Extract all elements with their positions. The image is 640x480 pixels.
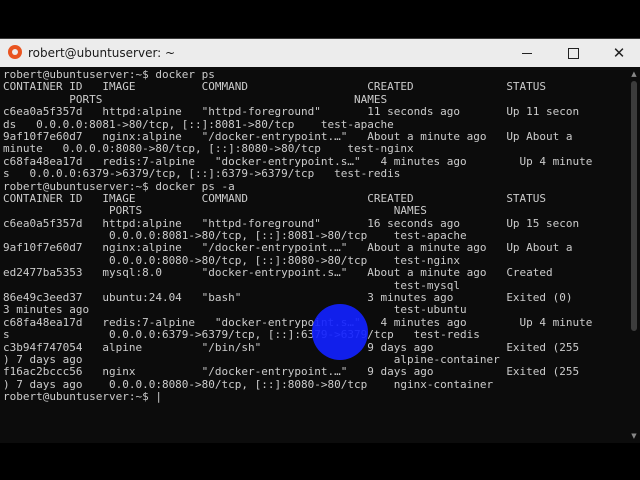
close-icon: ✕ bbox=[612, 43, 626, 62]
terminal-line: 3 minutes ago test-ubuntu bbox=[3, 304, 467, 317]
maximize-button[interactable] bbox=[550, 39, 596, 67]
terminal-line: CONTAINER ID IMAGE COMMAND CREATED STATU… bbox=[3, 192, 547, 205]
terminal-line: ) 7 days ago 0.0.0.0:8080->80/tcp, [::]:… bbox=[3, 378, 494, 391]
scroll-down-icon[interactable]: ▼ bbox=[630, 432, 638, 440]
terminal-line: 9af10f7e60d7 nginx:alpine "/docker-entry… bbox=[3, 130, 573, 143]
scroll-up-icon[interactable]: ▲ bbox=[630, 70, 638, 78]
terminal-prompt-line[interactable]: robert@ubuntuserver:~$ | bbox=[3, 391, 628, 403]
terminal-line: c6ea0a5f357d httpd:alpine "httpd-foregro… bbox=[3, 217, 580, 230]
maximize-icon bbox=[567, 47, 579, 59]
terminal-line: ed2477ba5353 mysql:8.0 "docker-entrypoin… bbox=[3, 267, 553, 280]
terminal-output[interactable]: robert@ubuntuserver:~$ docker ps CONTAIN… bbox=[0, 67, 628, 443]
terminal-line: ds 0.0.0.0:8081->80/tcp, [::]:8081->80/t… bbox=[3, 118, 394, 131]
terminal-line: robert@ubuntuserver:~$ docker ps bbox=[3, 69, 215, 81]
title-bar[interactable]: robert@ubuntuserver: ~ ✕ bbox=[0, 39, 640, 67]
terminal-line: ) 7 days ago alpine-container bbox=[3, 353, 500, 366]
terminal-window[interactable]: robert@ubuntuserver: ~ ✕ robert@ubuntuse… bbox=[0, 38, 640, 443]
terminal-line: 0.0.0.0:8080->80/tcp, [::]:8080->80/tcp … bbox=[3, 254, 460, 267]
terminal-line: s 0.0.0.0:6379->6379/tcp, [::]:6379->637… bbox=[3, 168, 401, 181]
terminal-line: PORTS NAMES bbox=[3, 93, 388, 106]
terminal-line: c6ea0a5f357d httpd:alpine "httpd-foregro… bbox=[3, 106, 580, 119]
terminal-penguin-icon bbox=[8, 45, 22, 59]
terminal-line: 9af10f7e60d7 nginx:alpine "/docker-entry… bbox=[3, 242, 573, 255]
terminal-line: 0.0.0.0:8081->80/tcp, [::]:8081->80/tcp … bbox=[3, 230, 467, 243]
minimize-icon bbox=[522, 52, 532, 54]
terminal-line: minute 0.0.0.0:8080->80/tcp, [::]:8080->… bbox=[3, 143, 414, 156]
terminal-line: test-mysql bbox=[3, 279, 460, 292]
terminal-line: CONTAINER ID IMAGE COMMAND CREATED STATU… bbox=[3, 81, 547, 94]
minimize-button[interactable] bbox=[504, 39, 550, 67]
terminal-line: c68fa48ea17d redis:7-alpine "docker-entr… bbox=[3, 155, 593, 168]
window-title: robert@ubuntuserver: ~ bbox=[28, 46, 176, 60]
terminal-scrollbar[interactable]: ▲ ▼ bbox=[628, 67, 640, 443]
terminal-line: f16ac2bccc56 nginx "/docker-entrypoint.…… bbox=[3, 366, 580, 379]
close-button[interactable]: ✕ bbox=[596, 39, 640, 67]
terminal-line: 86e49c3eed37 ubuntu:24.04 "bash" 3 minut… bbox=[3, 292, 573, 305]
terminal-line: robert@ubuntuserver:~$ docker ps -a bbox=[3, 180, 235, 193]
pointer-highlight bbox=[312, 304, 368, 360]
scrollbar-thumb[interactable] bbox=[631, 81, 637, 331]
terminal-line: PORTS NAMES bbox=[3, 205, 427, 218]
